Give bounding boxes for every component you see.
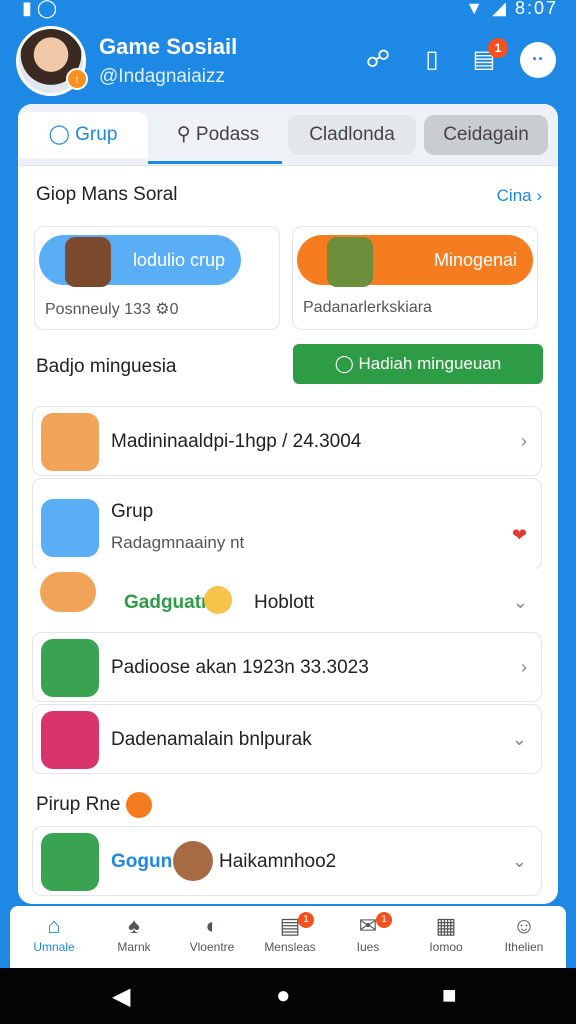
home-circle-icon[interactable]: ● [276,982,291,1010]
list-item-text: Madininaaldpi-1hgp / 24.3004 [111,431,362,452]
section-title-groups-new: Pirup Rne [36,792,152,818]
nav-iues[interactable]: ✉ Iues 1 [332,912,404,954]
group-card-1[interactable]: lodulio crup Posnneuly 133 ⚙0 [34,226,280,330]
inbox-badge: 1 [488,38,508,58]
tab-indicator [148,161,282,164]
profile-icon: ♠ [128,913,140,938]
emoji-icon [41,711,99,769]
list-item-subtitle: Radagmnaainy nt [111,533,245,552]
emoji-icon [204,586,232,614]
mascot-icon [65,237,111,287]
group-card-2[interactable]: Minogenai Padanarlerkskiara [292,226,538,330]
list-item-text: Gadguatr [124,592,209,613]
list-item[interactable]: Madininaaldpi-1hgp / 24.3004 › [32,406,542,476]
fire-icon [125,792,152,818]
user-avatar-icon [173,841,213,881]
chevron-right-icon: › [521,657,527,677]
nav-badge: 1 [298,912,314,928]
app-header: ↑ Game Sosiail @Indagnaiaizz ☍ ▯ ▤ 1 ·· [0,22,576,108]
character-icon [327,237,373,287]
list-item-text: Dadenamalain bnlpurak [111,729,312,750]
chevron-down-icon: ⌄ [511,729,527,749]
bookmark-icon[interactable]: ▯ [414,42,450,78]
nav-mensleas[interactable]: ▤ Mensleas 1 [254,912,326,954]
system-nav-bar: ◀ ● ■ [0,968,576,1024]
bottom-navigation: ⌂ Umnale ♠ Marnk ◐ Vloentre ▤ Mensleas 1 ✉ Iue… [10,906,566,968]
list-item[interactable]: Grup Radagmnaainy nt ❤ [32,478,542,570]
avatar-badge-icon: ↑ [66,68,88,90]
tab-podass[interactable]: ⚲ Podass [154,112,282,158]
list-item-text: Padioose akan 1923n 33.3023 [111,657,369,678]
status-time: 8:07 [514,0,558,18]
person-icon: ☺ [512,913,536,938]
avatar-icon [41,499,99,557]
list-item-text-secondary: Haikamnhoo2 [219,851,337,872]
nav-badge: 1 [376,912,392,928]
list-item-title: Grup [111,501,154,522]
character-icon [41,639,99,697]
user-handle: @Indagnaiaizz [99,66,225,87]
nav-marnk[interactable]: ♠ Marnk [98,912,170,954]
game-icon [41,833,99,891]
chevron-down-icon: ⌄ [512,592,528,612]
main-panel: ◯ Grup ⚲ Podass Cladlonda Ceidagain Giop… [18,104,558,904]
section-title-groups: Giop Mans Soral [36,184,178,205]
list-item[interactable]: Gogun Haikamnhoo2 ⌄ [32,826,542,896]
chevron-right-icon: › [521,431,527,451]
tab-ceidagain[interactable]: Ceidagain [424,115,548,155]
status-icons-left: ▮ ◯ [22,0,58,18]
gauge-icon: ◐ [205,913,219,938]
more-options-button[interactable]: ·· [520,42,556,78]
tab-cladlonda[interactable]: Cladlonda [288,115,416,155]
list-item[interactable]: Gadguatr Hoblott ⌄ [32,568,542,632]
nav-vloentre[interactable]: ◐ Vloentre [176,912,248,954]
message-icon: ▤ [279,913,301,938]
home-icon: ⌂ [47,913,61,938]
card-subtitle: Posnneuly 133 ⚙0 [45,301,179,318]
list-item-text-secondary: Hoblott [254,592,315,613]
chevron-down-icon: ⌄ [511,851,527,871]
share-icon[interactable]: ☍ [360,42,396,78]
tab-bar: ◯ Grup ⚲ Podass Cladlonda Ceidagain [18,104,558,166]
status-icons-right: ▼ ◢ 8:07 [465,0,558,18]
document-icon: ▦ [435,913,457,938]
nav-home[interactable]: ⌂ Umnale [18,912,90,954]
nav-iomoo[interactable]: ▦ Iomoo [410,912,482,954]
recents-icon[interactable]: ■ [442,982,457,1010]
mail-icon: ✉ [358,913,378,938]
list-item[interactable]: Padioose akan 1923n 33.3023 › [32,632,542,702]
app-title: Game Sosiail [99,34,238,59]
list-item-text: Gogun [111,851,173,872]
list-item[interactable]: Dadenamalain bnlpurak ⌄ [32,704,542,774]
bear-icon [40,572,96,612]
back-icon[interactable]: ◀ [112,982,130,1011]
avatar-icon [41,413,99,471]
card-subtitle: Padanarlerkskiara [303,299,432,316]
see-all-link[interactable]: Cina › [497,186,542,206]
section-title-badges: Badjo minguesia [36,356,177,377]
inbox-icon[interactable]: ▤ 1 [466,38,508,78]
heart-icon[interactable]: ❤ [512,525,527,546]
weekly-reward-button[interactable]: ◯ Hadiah mingueuan [293,344,543,384]
nav-ithelien[interactable]: ☺ Ithelien [488,912,560,954]
tab-grup[interactable]: ◯ Grup [18,112,148,158]
status-bar: ▮ ◯ ▼ ◢ 8:07 [0,0,576,22]
